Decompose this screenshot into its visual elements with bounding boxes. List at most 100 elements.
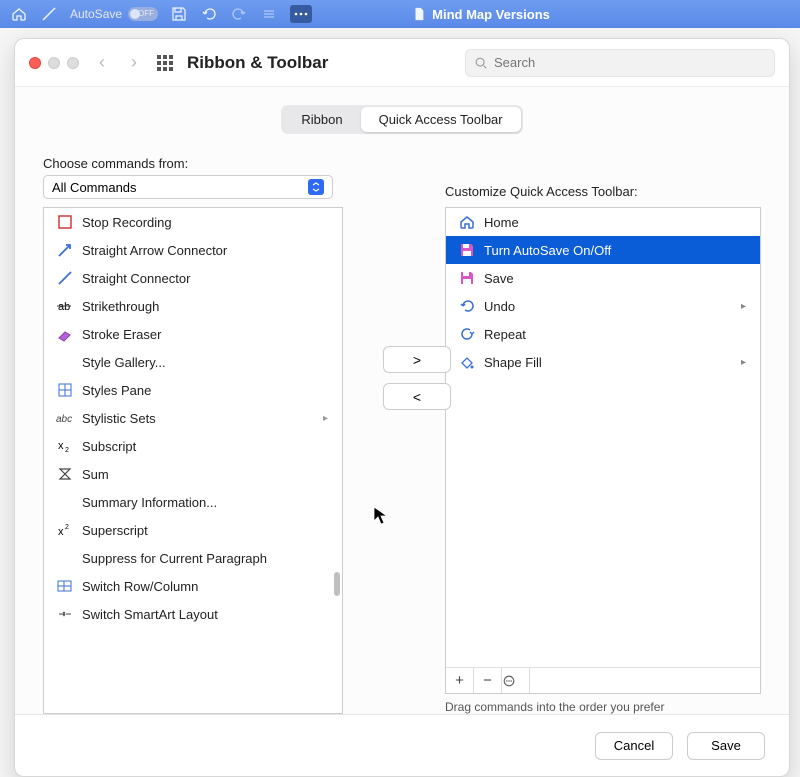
dropdown-stepper-icon bbox=[308, 179, 324, 195]
commands-from-label: Choose commands from: bbox=[43, 156, 343, 171]
tab-quick-access-toolbar[interactable]: Quick Access Toolbar bbox=[361, 107, 521, 132]
command-item-label: Switch Row/Column bbox=[82, 579, 198, 594]
svg-text:x: x bbox=[58, 526, 64, 537]
qat-item[interactable]: Undo ▸ bbox=[446, 292, 760, 320]
more-menu-icon[interactable] bbox=[290, 5, 312, 23]
cancel-button[interactable]: Cancel bbox=[595, 732, 673, 760]
document-title: Mind Map Versions bbox=[324, 7, 638, 22]
qat-item-label: Repeat bbox=[484, 327, 526, 342]
command-item[interactable]: Suppress for Current Paragraph bbox=[44, 544, 342, 572]
undo-icon[interactable] bbox=[200, 5, 218, 23]
search-input[interactable] bbox=[494, 55, 766, 70]
commands-list[interactable]: Stop Recording Straight Arrow Connector St… bbox=[43, 207, 343, 714]
square-red-icon bbox=[56, 213, 74, 231]
fill-icon bbox=[458, 353, 476, 371]
back-button: ‹ bbox=[93, 52, 111, 73]
qat-item[interactable]: Home bbox=[446, 208, 760, 236]
command-item[interactable]: ab Strikethrough bbox=[44, 292, 342, 320]
qat-item[interactable]: Turn AutoSave On/Off bbox=[446, 236, 760, 264]
repeat-icon bbox=[458, 325, 476, 343]
add-command-button[interactable]: > bbox=[383, 346, 451, 373]
command-item-label: Stylistic Sets bbox=[82, 411, 156, 426]
command-item[interactable]: Sum bbox=[44, 460, 342, 488]
qat-item-label: Home bbox=[484, 215, 519, 230]
blank-icon bbox=[56, 493, 74, 511]
command-item[interactable]: Switch Row/Column bbox=[44, 572, 342, 600]
qat-item-label: Turn AutoSave On/Off bbox=[484, 243, 611, 258]
command-item[interactable]: Summary Information... bbox=[44, 488, 342, 516]
command-item[interactable]: Stroke Eraser bbox=[44, 320, 342, 348]
eraser-purple-icon bbox=[56, 325, 74, 343]
chevron-right-icon: ▸ bbox=[741, 301, 746, 312]
abc-icon: abc bbox=[56, 409, 74, 427]
command-item[interactable]: Styles Pane bbox=[44, 376, 342, 404]
strike-icon: ab bbox=[56, 297, 74, 315]
autosave-toggle[interactable]: AutoSave bbox=[70, 7, 158, 21]
save-button[interactable]: Save bbox=[687, 732, 765, 760]
modal-title: Ribbon & Toolbar bbox=[187, 53, 328, 73]
commands-dropdown-value: All Commands bbox=[52, 180, 137, 195]
tab-ribbon[interactable]: Ribbon bbox=[283, 107, 360, 132]
qat-item-label: Undo bbox=[484, 299, 515, 314]
command-item-label: Straight Arrow Connector bbox=[82, 243, 227, 258]
qat-hint: Drag commands into the order you prefer bbox=[445, 700, 761, 714]
command-item-label: Sum bbox=[82, 467, 109, 482]
command-item[interactable]: Style Gallery... bbox=[44, 348, 342, 376]
all-categories-icon[interactable] bbox=[157, 55, 173, 71]
qat-item[interactable]: Shape Fill ▸ bbox=[446, 348, 760, 376]
command-item-label: Suppress for Current Paragraph bbox=[82, 551, 267, 566]
app-toolbar: AutoSave Mind Map Versions bbox=[0, 0, 800, 28]
chevron-right-icon: ▸ bbox=[741, 357, 746, 368]
blank-icon bbox=[56, 549, 74, 567]
arrow-blue-icon bbox=[56, 241, 74, 259]
save-pink-icon bbox=[458, 241, 476, 259]
sigma-icon bbox=[56, 465, 74, 483]
switch-rc-icon bbox=[56, 577, 74, 595]
qat-list[interactable]: Home Turn AutoSave On/Off Save Undo ▸ Repeat S… bbox=[445, 207, 761, 694]
grid-pane-icon bbox=[56, 381, 74, 399]
tab-switcher[interactable]: Ribbon Quick Access Toolbar bbox=[281, 105, 522, 134]
qat-item-label: Save bbox=[484, 271, 514, 286]
command-item-label: Strikethrough bbox=[82, 299, 159, 314]
command-item[interactable]: Straight Connector bbox=[44, 264, 342, 292]
save-icon[interactable] bbox=[170, 5, 188, 23]
forward-button: › bbox=[125, 52, 143, 73]
qat-options-button[interactable] bbox=[502, 668, 530, 693]
command-item-label: Switch SmartArt Layout bbox=[82, 607, 218, 622]
qat-item[interactable]: Save bbox=[446, 264, 760, 292]
command-item-label: Style Gallery... bbox=[82, 355, 166, 370]
switch-sa-icon bbox=[56, 605, 74, 623]
close-window-icon[interactable] bbox=[29, 57, 41, 69]
qat-label: Customize Quick Access Toolbar: bbox=[445, 184, 761, 199]
command-item-label: Straight Connector bbox=[82, 271, 190, 286]
command-item-label: Summary Information... bbox=[82, 495, 217, 510]
command-item[interactable]: x2 Subscript bbox=[44, 432, 342, 460]
qat-item-label: Shape Fill bbox=[484, 355, 542, 370]
remove-command-button[interactable]: < bbox=[383, 383, 451, 410]
qat-item[interactable]: Repeat bbox=[446, 320, 760, 348]
qat-add-button[interactable]: + bbox=[446, 668, 474, 693]
home-icon[interactable] bbox=[10, 5, 28, 23]
line-tool-icon[interactable] bbox=[40, 5, 58, 23]
search-icon bbox=[474, 56, 488, 70]
command-item-label: Stop Recording bbox=[82, 215, 172, 230]
command-item[interactable]: Switch SmartArt Layout bbox=[44, 600, 342, 628]
svg-text:2: 2 bbox=[65, 524, 69, 531]
autosave-label: AutoSave bbox=[70, 7, 122, 21]
command-item-label: Stroke Eraser bbox=[82, 327, 161, 342]
command-item[interactable]: Straight Arrow Connector bbox=[44, 236, 342, 264]
qat-remove-button[interactable]: − bbox=[474, 668, 502, 693]
command-item[interactable]: Stop Recording bbox=[44, 208, 342, 236]
command-item-label: Superscript bbox=[82, 523, 148, 538]
command-item-label: Subscript bbox=[82, 439, 136, 454]
scrollbar-thumb[interactable] bbox=[334, 572, 340, 596]
commands-dropdown[interactable]: All Commands bbox=[43, 175, 333, 199]
modal-footer: Cancel Save bbox=[15, 714, 789, 776]
svg-text:2: 2 bbox=[65, 447, 69, 453]
command-item[interactable]: abcStylistic Sets▸ bbox=[44, 404, 342, 432]
command-item[interactable]: x2 Superscript bbox=[44, 516, 342, 544]
search-field[interactable] bbox=[465, 49, 775, 77]
minimize-window-icon bbox=[48, 57, 60, 69]
home-icon bbox=[458, 213, 476, 231]
x2-low-icon: x2 bbox=[56, 437, 74, 455]
